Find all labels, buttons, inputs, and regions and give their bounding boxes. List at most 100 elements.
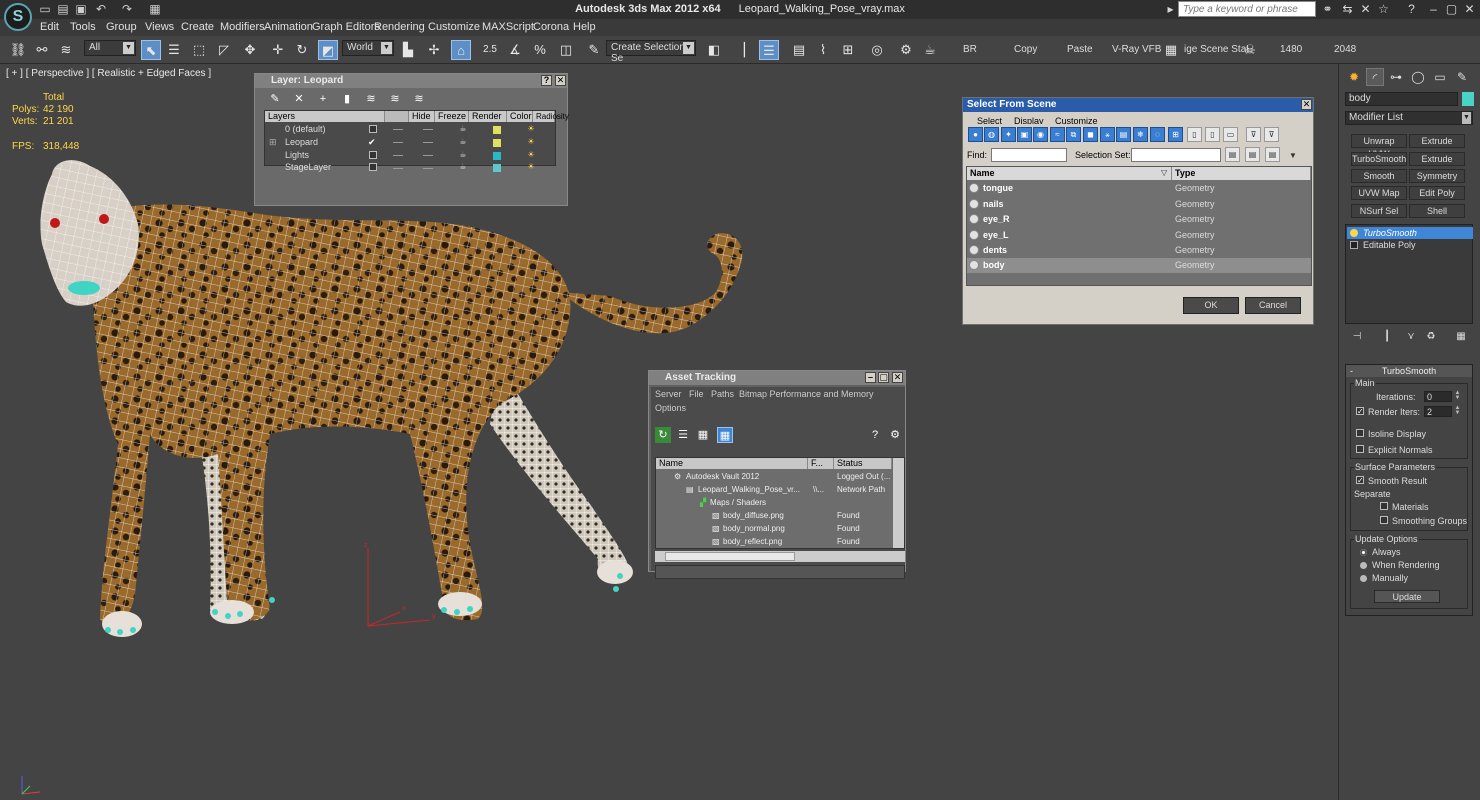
hide-toggle[interactable] [393,142,403,143]
smooth-button[interactable]: Smooth [1351,169,1407,183]
pivot-center-icon[interactable]: ▙ [398,40,418,60]
reference-coord-dropdown[interactable]: World ▼ [342,40,394,56]
rotate-icon[interactable]: ↻ [292,40,312,60]
layer-row[interactable]: 0 (default) ☕ ☀ [265,123,555,136]
stack-item-editable-poly[interactable]: Editable Poly [1347,239,1473,251]
modify-tab-icon[interactable]: ◜ [1366,68,1384,86]
menu-group[interactable]: Group [106,21,137,33]
configure-sets-icon[interactable]: ▦ [1453,330,1469,344]
filter-groups-icon[interactable]: ⧉ [1066,127,1081,142]
layer-row[interactable]: StageLayer ☕ ☀ [265,162,555,172]
render-height-value[interactable]: 2048 [1334,44,1356,55]
filter-tree-icon[interactable]: ⊽ [1264,127,1279,142]
extrude-button[interactable]: Extrude [1409,134,1465,148]
filter-options-icon[interactable]: ⊽ [1246,127,1261,142]
window-crossing-icon[interactable]: ◸ [214,40,234,60]
render-teapot-icon[interactable]: ☕ [457,162,469,172]
minimize-icon[interactable]: – [865,372,876,383]
rollout-header[interactable]: - TurboSmooth [1346,365,1472,377]
asset-path-field[interactable] [655,565,905,579]
vray-vfb-button[interactable]: V-Ray VFB [1112,44,1161,55]
graphite-icon[interactable]: ▤ [789,40,809,60]
chevron-down-icon[interactable]: ▼ [1289,151,1297,160]
select-all-icon[interactable]: ▭ [1223,127,1238,142]
menu-paths[interactable]: Paths [711,389,734,399]
uvw-map-button[interactable]: UVW Map [1351,186,1407,200]
object-row[interactable]: nails Geometry [967,197,1311,212]
active-layer-checkbox[interactable] [369,125,377,133]
selection-set-edit-icon[interactable]: ▤ [1225,147,1240,162]
binoculars-icon[interactable]: ⚭ [1320,2,1335,17]
display-tab-icon[interactable]: ▭ [1431,68,1449,86]
radiosity-icon[interactable]: ☀ [525,137,537,147]
move-icon[interactable]: ✛ [268,40,288,60]
filter-xrefs-icon[interactable]: ◼ [1083,127,1098,142]
menu-edit[interactable]: Edit [40,21,59,33]
menu-server[interactable]: Server [655,389,682,399]
hide-toggle[interactable] [393,155,403,156]
radiosity-icon[interactable]: ☀ [525,124,537,134]
menu-corona[interactable]: Corona [533,21,569,33]
selection-set-dropdown[interactable] [1131,148,1221,162]
list-view-icon[interactable]: ☰ [675,427,691,443]
menu-rendering[interactable]: Rendering [374,21,425,33]
select-object-icon[interactable]: ⬉ [141,40,161,60]
add-to-layer-icon[interactable]: + [315,91,331,107]
layer-color-swatch[interactable] [493,126,501,134]
align-icon[interactable]: ▕ [730,40,750,60]
freeze-toggle[interactable] [423,142,433,143]
render-teapot-icon[interactable]: ☕ [457,124,469,134]
horizontal-scrollbar[interactable] [655,551,905,562]
mirror-icon[interactable]: ◧ [704,40,724,60]
render-width-value[interactable]: 1480 [1280,44,1302,55]
help-icon[interactable]: ? [867,427,883,443]
object-row-selected[interactable]: body Geometry [967,258,1311,273]
menu-views[interactable]: Views [145,21,174,33]
menu-graph-editors[interactable]: Graph Editors [312,21,380,33]
asset-row[interactable]: ▧ body_normal.png Found [656,522,892,535]
filter-spacewarps-icon[interactable]: ≈ [1050,127,1065,142]
selection-set-add-icon[interactable]: ▤ [1245,147,1260,162]
shell-button[interactable]: Shell [1409,204,1465,218]
iterations-spinner[interactable]: 0 [1424,391,1452,402]
freeze-all-layers-icon[interactable]: ≋ [411,91,427,107]
link-icon[interactable]: ⛓ [8,40,28,60]
table-view-icon[interactable]: ▦ [717,427,733,443]
filter-cameras-icon[interactable]: ▣ [1017,127,1032,142]
manually-radio[interactable] [1360,575,1367,582]
expand-icon[interactable]: ⊞ [269,136,277,149]
unlink-icon[interactable]: ⚯ [32,40,52,60]
freeze-toggle[interactable] [423,155,433,156]
tree-view-icon[interactable]: ▦ [695,427,711,443]
app-logo-icon[interactable]: S [4,3,32,31]
rect-selection-icon[interactable]: ⬚ [189,40,209,60]
layer-dialog-titlebar[interactable]: Layer: Leopard [255,74,567,88]
always-radio[interactable] [1360,549,1367,556]
col-freeze[interactable]: Freeze [435,111,469,122]
menu-animation[interactable]: Animation [264,21,313,33]
filter-frozen-icon[interactable]: ❄ [1133,127,1148,142]
select-in-layer-icon[interactable]: ▮ [339,91,355,107]
schematic-view-icon[interactable]: ⊞ [838,40,858,60]
asset-row[interactable]: ▧ body_diffuse.png Found [656,509,892,522]
remove-modifier-icon[interactable]: ♻ [1423,330,1439,344]
scale-icon[interactable]: ◩ [318,40,338,60]
spinner-snap-icon[interactable]: ◫ [556,40,576,60]
symmetry-button[interactable]: Symmetry [1409,169,1465,183]
select-by-name-icon[interactable]: ☰ [164,40,184,60]
percent-snap-icon[interactable]: % [530,40,550,60]
edit-poly-button[interactable]: Edit Poly [1409,186,1465,200]
show-end-result-icon[interactable]: ┃ [1379,330,1395,344]
update-button[interactable]: Update [1374,590,1440,603]
object-row[interactable]: eye_L Geometry [967,228,1311,243]
col-status[interactable]: Status [834,458,892,469]
menu-file[interactable]: File [689,389,704,399]
col-name[interactable]: Name [656,458,808,469]
br-button[interactable]: BR [963,44,977,55]
close-icon[interactable]: ✕ [1301,99,1312,110]
radiosity-icon[interactable]: ☀ [525,150,537,160]
named-selection-dropdown[interactable]: Create Selection Se ▼ [606,40,696,64]
bind-spacewarp-icon[interactable]: ≋ [56,40,76,60]
display-none-icon[interactable]: ▯ [1187,127,1202,142]
col-color[interactable]: Color [507,111,533,122]
